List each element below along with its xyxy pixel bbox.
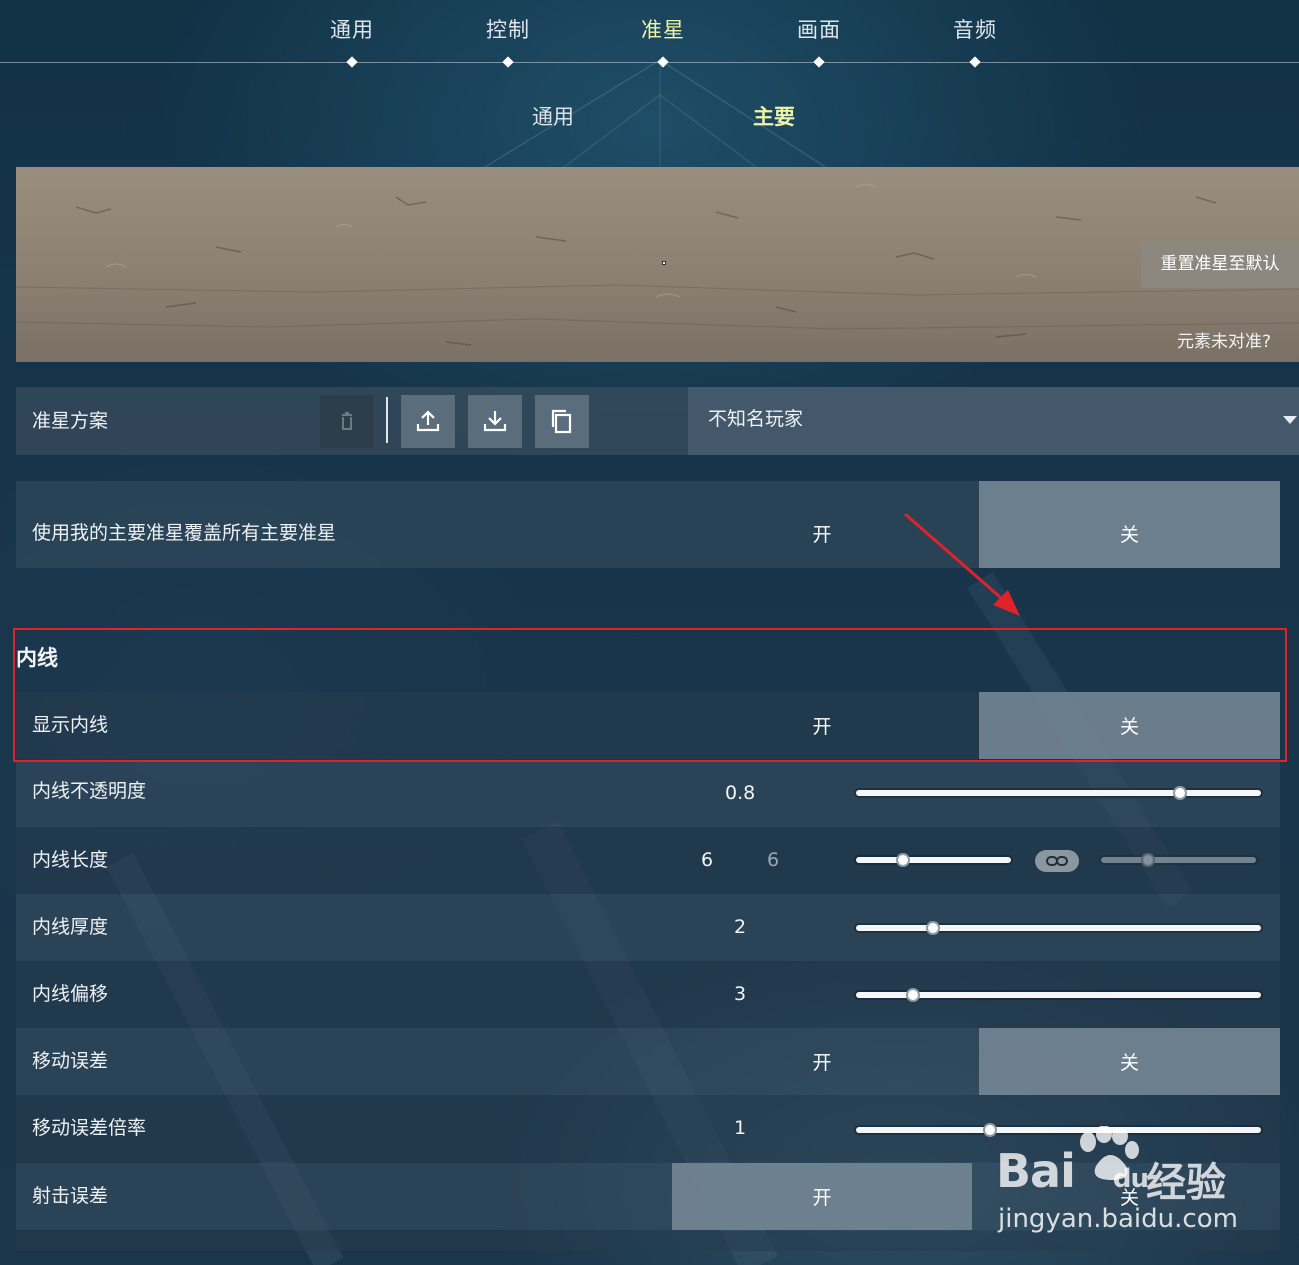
inner-line-thickness-label: 内线厚度 bbox=[32, 916, 109, 938]
upload-icon bbox=[416, 410, 440, 432]
show-inner-lines-label: 显示内线 bbox=[32, 714, 109, 736]
subtab-general[interactable]: 通用 bbox=[493, 101, 613, 131]
next-row-partial bbox=[16, 1231, 1280, 1251]
inner-line-opacity-label: 内线不透明度 bbox=[32, 780, 147, 802]
movement-error-multiplier-value: 1 bbox=[734, 1117, 747, 1139]
inner-line-opacity-row: 内线不透明度 0.8 bbox=[16, 760, 1280, 827]
inner-line-length-secondary-value: 6 bbox=[767, 849, 780, 871]
firing-error-on-button[interactable]: 开 bbox=[672, 1163, 972, 1230]
show-inner-lines-on-button[interactable]: 开 bbox=[672, 692, 972, 759]
movement-error-off-button[interactable]: 关 bbox=[979, 1028, 1280, 1095]
copy-profile-button[interactable] bbox=[535, 395, 589, 448]
section-title-inner-lines: 内线 bbox=[16, 646, 58, 670]
profile-select-value: 不知名玩家 bbox=[708, 408, 804, 430]
override-on-button[interactable]: 开 bbox=[672, 481, 972, 568]
crosshair-center-dot bbox=[662, 261, 666, 265]
inner-line-length-row: 内线长度 6 6 bbox=[16, 827, 1280, 894]
link-values-button[interactable] bbox=[1035, 850, 1079, 872]
slider-knob[interactable] bbox=[982, 1123, 997, 1137]
tab-general[interactable]: 通用 bbox=[292, 14, 412, 44]
link-icon bbox=[1046, 856, 1068, 866]
override-off-button[interactable]: 关 bbox=[979, 481, 1280, 568]
tab-marker bbox=[969, 56, 981, 68]
crosshair-profile-row: 准星方案 不知名玩家 bbox=[16, 387, 1299, 455]
show-inner-lines-off-button[interactable]: 关 bbox=[979, 692, 1280, 759]
movement-error-row: 移动误差 开 关 bbox=[16, 1028, 1280, 1095]
inner-line-thickness-row: 内线厚度 2 bbox=[16, 894, 1280, 961]
download-icon bbox=[483, 411, 507, 432]
copy-icon bbox=[551, 409, 572, 434]
tab-marker bbox=[502, 56, 514, 68]
tab-audio[interactable]: 音频 bbox=[915, 14, 1035, 44]
slider-knob[interactable] bbox=[895, 853, 910, 867]
tab-divider bbox=[0, 62, 1299, 63]
inner-line-offset-row: 内线偏移 3 bbox=[16, 961, 1280, 1028]
movement-error-multiplier-label: 移动误差倍率 bbox=[32, 1117, 147, 1139]
elements-misaligned-link[interactable]: 元素未对准? bbox=[1177, 327, 1271, 352]
crosshair-preview: 重置准星至默认 元素未对准? bbox=[16, 167, 1299, 362]
firing-error-row: 射击误差 开 关 bbox=[16, 1163, 1280, 1230]
tab-marker bbox=[813, 56, 825, 68]
preview-wall-texture bbox=[16, 167, 1299, 362]
inner-line-offset-value: 3 bbox=[734, 983, 747, 1005]
override-label: 使用我的主要准星覆盖所有主要准星 bbox=[32, 522, 337, 544]
top-tab-bar: 通用 控制 准星 画面 音频 bbox=[0, 0, 1299, 70]
movement-error-label: 移动误差 bbox=[32, 1050, 109, 1072]
slider-knob[interactable] bbox=[925, 921, 940, 935]
subtab-primary[interactable]: 主要 bbox=[714, 101, 834, 131]
override-primary-row: 使用我的主要准星覆盖所有主要准星 开 关 bbox=[16, 481, 1280, 568]
show-inner-lines-row: 显示内线 开 关 bbox=[16, 692, 1280, 759]
movement-error-multiplier-slider[interactable] bbox=[856, 1123, 1261, 1137]
inner-line-length-slider[interactable] bbox=[856, 853, 1011, 867]
firing-error-label: 射击误差 bbox=[32, 1185, 109, 1207]
inner-line-opacity-value: 0.8 bbox=[725, 782, 756, 804]
import-profile-button[interactable] bbox=[468, 395, 522, 448]
inner-line-thickness-value: 2 bbox=[734, 916, 747, 938]
tab-marker bbox=[657, 56, 669, 68]
tab-video[interactable]: 画面 bbox=[759, 14, 879, 44]
toolbar-separator bbox=[386, 397, 388, 443]
tab-marker bbox=[346, 56, 358, 68]
firing-error-off-button[interactable]: 关 bbox=[979, 1163, 1280, 1230]
profile-select[interactable]: 不知名玩家 bbox=[688, 387, 1299, 455]
delete-profile-button[interactable] bbox=[320, 395, 374, 448]
reset-crosshair-button[interactable]: 重置准星至默认 bbox=[1141, 241, 1299, 288]
tab-controls[interactable]: 控制 bbox=[448, 14, 568, 44]
inner-line-length-value: 6 bbox=[701, 849, 714, 871]
inner-line-opacity-slider[interactable] bbox=[856, 786, 1261, 800]
trash-icon bbox=[342, 412, 352, 430]
inner-line-thickness-slider[interactable] bbox=[856, 921, 1261, 935]
profile-label: 准星方案 bbox=[32, 410, 109, 432]
slider-knob[interactable] bbox=[905, 988, 920, 1002]
slider-knob[interactable] bbox=[1173, 786, 1187, 800]
inner-line-offset-slider[interactable] bbox=[856, 988, 1261, 1002]
inner-line-length-label: 内线长度 bbox=[32, 849, 109, 871]
inner-line-length-secondary-slider[interactable] bbox=[1101, 853, 1256, 867]
export-profile-button[interactable] bbox=[401, 395, 455, 448]
slider-knob[interactable] bbox=[1140, 853, 1155, 867]
tab-crosshair[interactable]: 准星 bbox=[603, 14, 723, 44]
movement-error-on-button[interactable]: 开 bbox=[672, 1028, 972, 1095]
movement-error-multiplier-row: 移动误差倍率 1 bbox=[16, 1095, 1280, 1162]
chevron-down-icon bbox=[1283, 416, 1297, 424]
inner-line-offset-label: 内线偏移 bbox=[32, 983, 109, 1005]
